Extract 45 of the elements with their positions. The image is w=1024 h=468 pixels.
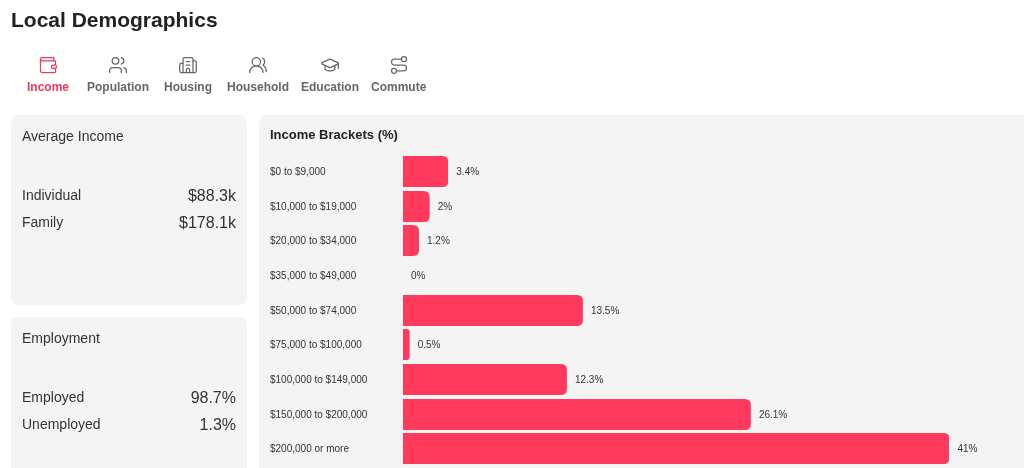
bar xyxy=(403,155,449,187)
tab[interactable]: Housing xyxy=(155,55,221,99)
value-label: 0% xyxy=(411,269,426,281)
stat-value: 1.3% xyxy=(199,416,236,434)
chart-title: Income Brackets (%) xyxy=(270,127,399,142)
category-label: $10,000 to $19,000 xyxy=(270,200,358,212)
bar xyxy=(403,190,430,222)
bar xyxy=(403,329,410,361)
value-label: 12.3% xyxy=(574,373,604,385)
value-label: 41% xyxy=(957,443,978,455)
category-label: $150,000 to $200,000 xyxy=(270,408,369,420)
stat-value: 98.7% xyxy=(190,389,236,407)
stat-label: Family xyxy=(22,214,64,232)
value-label: 0.5% xyxy=(417,339,441,351)
card-title: Average Income xyxy=(22,128,125,144)
stat-label: Employed xyxy=(22,389,85,407)
stat-value: $88.3k xyxy=(187,187,236,205)
tab[interactable]: Education xyxy=(295,55,365,99)
stat-label: Unemployed xyxy=(22,416,101,434)
building-icon xyxy=(178,55,198,75)
value-label: 1.2% xyxy=(427,235,450,247)
category-label: $100,000 to $149,000 xyxy=(270,373,369,385)
stat-label: Individual xyxy=(22,187,82,205)
tab[interactable]: Commute xyxy=(365,55,433,99)
route-icon xyxy=(388,55,409,75)
value-label: 2% xyxy=(437,200,453,212)
category-label: $20,000 to $34,000 xyxy=(270,235,358,247)
people-icon xyxy=(248,55,268,75)
bar xyxy=(403,225,419,257)
category-label: $200,000 or more xyxy=(270,443,350,455)
category-label: $0 to $9,000 xyxy=(270,165,327,177)
tab[interactable]: Income xyxy=(15,55,81,99)
category-label: $50,000 to $74,000 xyxy=(270,304,358,316)
card-title: Employment xyxy=(22,330,101,346)
value-label: 3.4% xyxy=(456,165,480,177)
tab[interactable]: Household xyxy=(221,55,295,99)
page-title: Local Demographics xyxy=(11,7,219,33)
wallet-icon xyxy=(38,55,58,75)
value-label: 26.1% xyxy=(758,408,788,420)
category-label: $35,000 to $49,000 xyxy=(270,269,358,281)
tab[interactable]: Population xyxy=(81,55,155,99)
category-label: $75,000 to $100,000 xyxy=(270,339,363,351)
stat-value: $178.1k xyxy=(179,214,236,232)
people-icon xyxy=(108,55,128,75)
value-label: 13.5% xyxy=(590,304,620,316)
